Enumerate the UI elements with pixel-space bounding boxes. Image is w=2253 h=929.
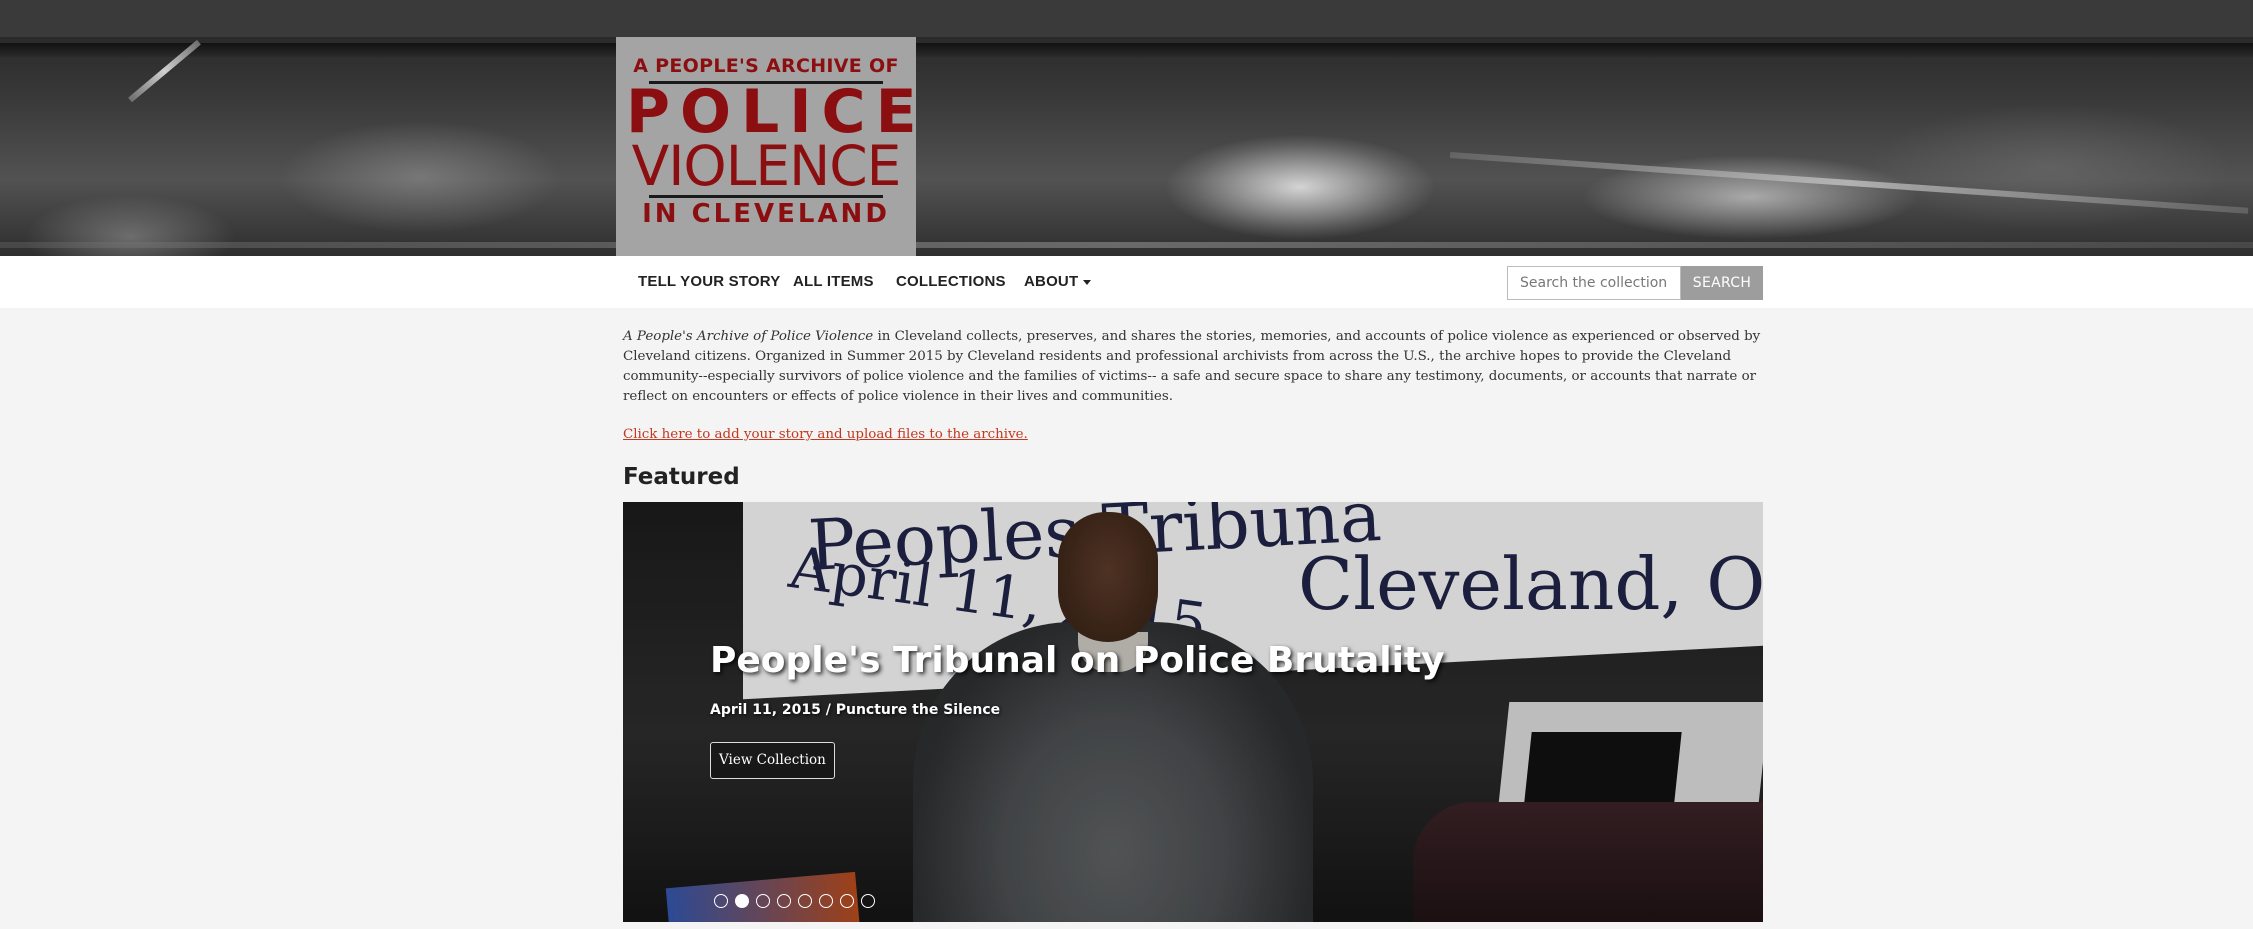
logo-line-3: VIOLENCE: [631, 134, 902, 198]
featured-heading: Featured: [623, 464, 740, 490]
carousel-dot[interactable]: [861, 894, 875, 908]
archive-title: A People's Archive of Police Violence: [623, 329, 874, 344]
intro-paragraph: A People's Archive of Police Violence in…: [623, 327, 1763, 407]
nav-tell-your-story[interactable]: TELL YOUR STORY: [638, 256, 780, 308]
featured-carousel[interactable]: Peoples Tribuna April 11, 2015 Cleveland…: [623, 502, 1763, 922]
upload-story-link[interactable]: Click here to add your story and upload …: [623, 427, 1028, 442]
search-button[interactable]: SEARCH: [1681, 266, 1763, 300]
slide-meta: April 11, 2015 / Puncture the Silence: [710, 702, 1001, 718]
search-input[interactable]: [1507, 266, 1681, 300]
carousel-dot-active[interactable]: [735, 894, 749, 908]
view-collection-button[interactable]: View Collection: [710, 742, 835, 779]
nav-about-label: ABOUT: [1024, 273, 1079, 290]
carousel-dot[interactable]: [819, 894, 833, 908]
banner-decor: [1449, 152, 2249, 214]
main-navbar: TELL YOUR STORY ALL ITEMS COLLECTIONS AB…: [0, 256, 2253, 308]
caret-down-icon: [1083, 279, 1092, 285]
logo-line-4: IN CLEVELAND: [642, 199, 890, 229]
banner-decor: [0, 43, 2253, 57]
nav-all-items[interactable]: ALL ITEMS: [793, 256, 874, 308]
header-banner-image: [0, 37, 2253, 256]
slide-title[interactable]: People's Tribunal on Police Brutality: [710, 640, 1445, 681]
nav-collections[interactable]: COLLECTIONS: [896, 256, 1006, 308]
carousel-dot[interactable]: [777, 894, 791, 908]
carousel-dot[interactable]: [798, 894, 812, 908]
carousel-dot[interactable]: [714, 894, 728, 908]
banner-decor: [0, 242, 2253, 248]
carousel-dot[interactable]: [840, 894, 854, 908]
top-bar: [0, 0, 2253, 37]
logo-line-1: A PEOPLE'S ARCHIVE OF: [633, 55, 899, 77]
site-logo[interactable]: A PEOPLE'S ARCHIVE OF POLICE VIOLENCE IN…: [616, 37, 917, 256]
nav-about[interactable]: ABOUT: [1024, 256, 1092, 308]
carousel-dot[interactable]: [756, 894, 770, 908]
